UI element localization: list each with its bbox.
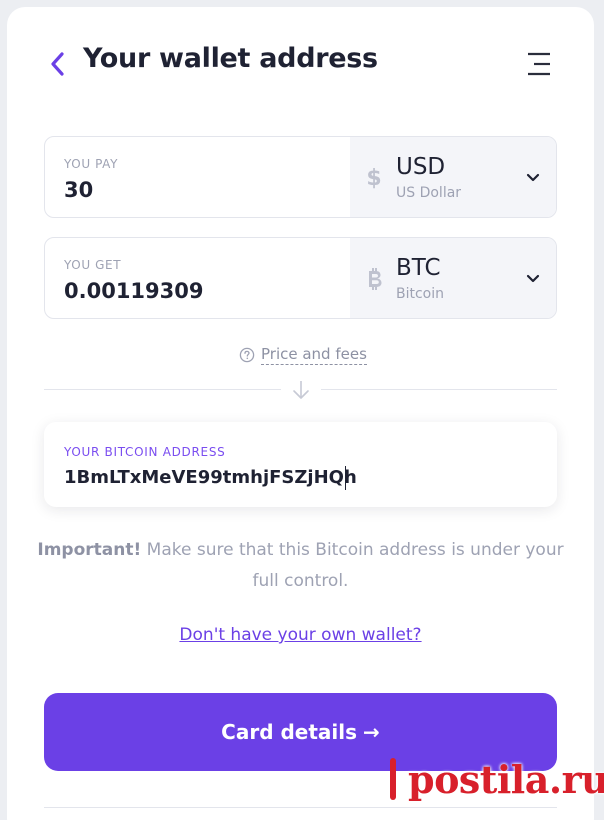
get-amount-area: YOU GET (45, 238, 350, 318)
chevron-down-icon (525, 271, 541, 287)
pay-field: YOU PAY $ USD US Dollar (44, 136, 557, 218)
wallet-link-row: Don't have your own wallet? (7, 625, 594, 645)
get-label: YOU GET (64, 258, 122, 272)
menu-button[interactable] (523, 47, 555, 81)
menu-icon (528, 52, 550, 76)
arrow-down-icon (293, 381, 309, 399)
pay-amount-area: YOU PAY (45, 137, 350, 217)
get-currency-code: BTC (396, 255, 441, 281)
bitcoin-address-field: YOUR BITCOIN ADDRESS (44, 422, 557, 507)
important-notice-text: Make sure that this Bitcoin address is u… (141, 540, 564, 591)
arrow-right-icon: → (363, 720, 380, 744)
card-details-label: Card details (221, 720, 358, 744)
bitcoin-address-input[interactable] (64, 463, 534, 491)
watermark-text: postila.ru (408, 756, 604, 802)
divider (44, 389, 281, 390)
price-and-fees-label: Price and fees (261, 345, 367, 365)
pay-currency-select[interactable]: $ USD US Dollar (350, 137, 556, 217)
watermark: postila.ru (384, 746, 604, 812)
get-currency-name: Bitcoin (396, 286, 445, 302)
help-circle-icon (239, 347, 255, 363)
watermark-logo-icon (390, 758, 396, 800)
header: Your wallet address (7, 7, 594, 117)
price-and-fees-link[interactable]: Price and fees (239, 343, 367, 367)
no-wallet-link[interactable]: Don't have your own wallet? (179, 625, 421, 645)
get-currency-select[interactable]: BTC Bitcoin (350, 238, 556, 318)
bitcoin-address-label: YOUR BITCOIN ADDRESS (64, 445, 226, 459)
pay-label: YOU PAY (64, 157, 118, 171)
pay-amount-input[interactable] (64, 175, 334, 205)
text-caret (345, 466, 346, 490)
chevron-down-icon (525, 170, 541, 186)
dollar-icon: $ (366, 165, 382, 191)
important-notice-strong: Important! (37, 540, 142, 560)
get-amount-input[interactable] (64, 276, 334, 306)
pay-currency-code: USD (396, 154, 446, 180)
bitcoin-icon (363, 264, 385, 294)
page-title: Your wallet address (83, 43, 378, 74)
divider (321, 389, 557, 390)
get-field: YOU GET BTC Bitcoin (44, 237, 557, 319)
exchange-card: Your wallet address YOU PAY $ USD US Dol… (7, 7, 594, 820)
chevron-left-icon (51, 52, 64, 76)
back-button[interactable] (43, 45, 73, 83)
pay-currency-name: US Dollar (396, 185, 462, 201)
important-notice: Important! Make sure that this Bitcoin a… (37, 535, 564, 597)
